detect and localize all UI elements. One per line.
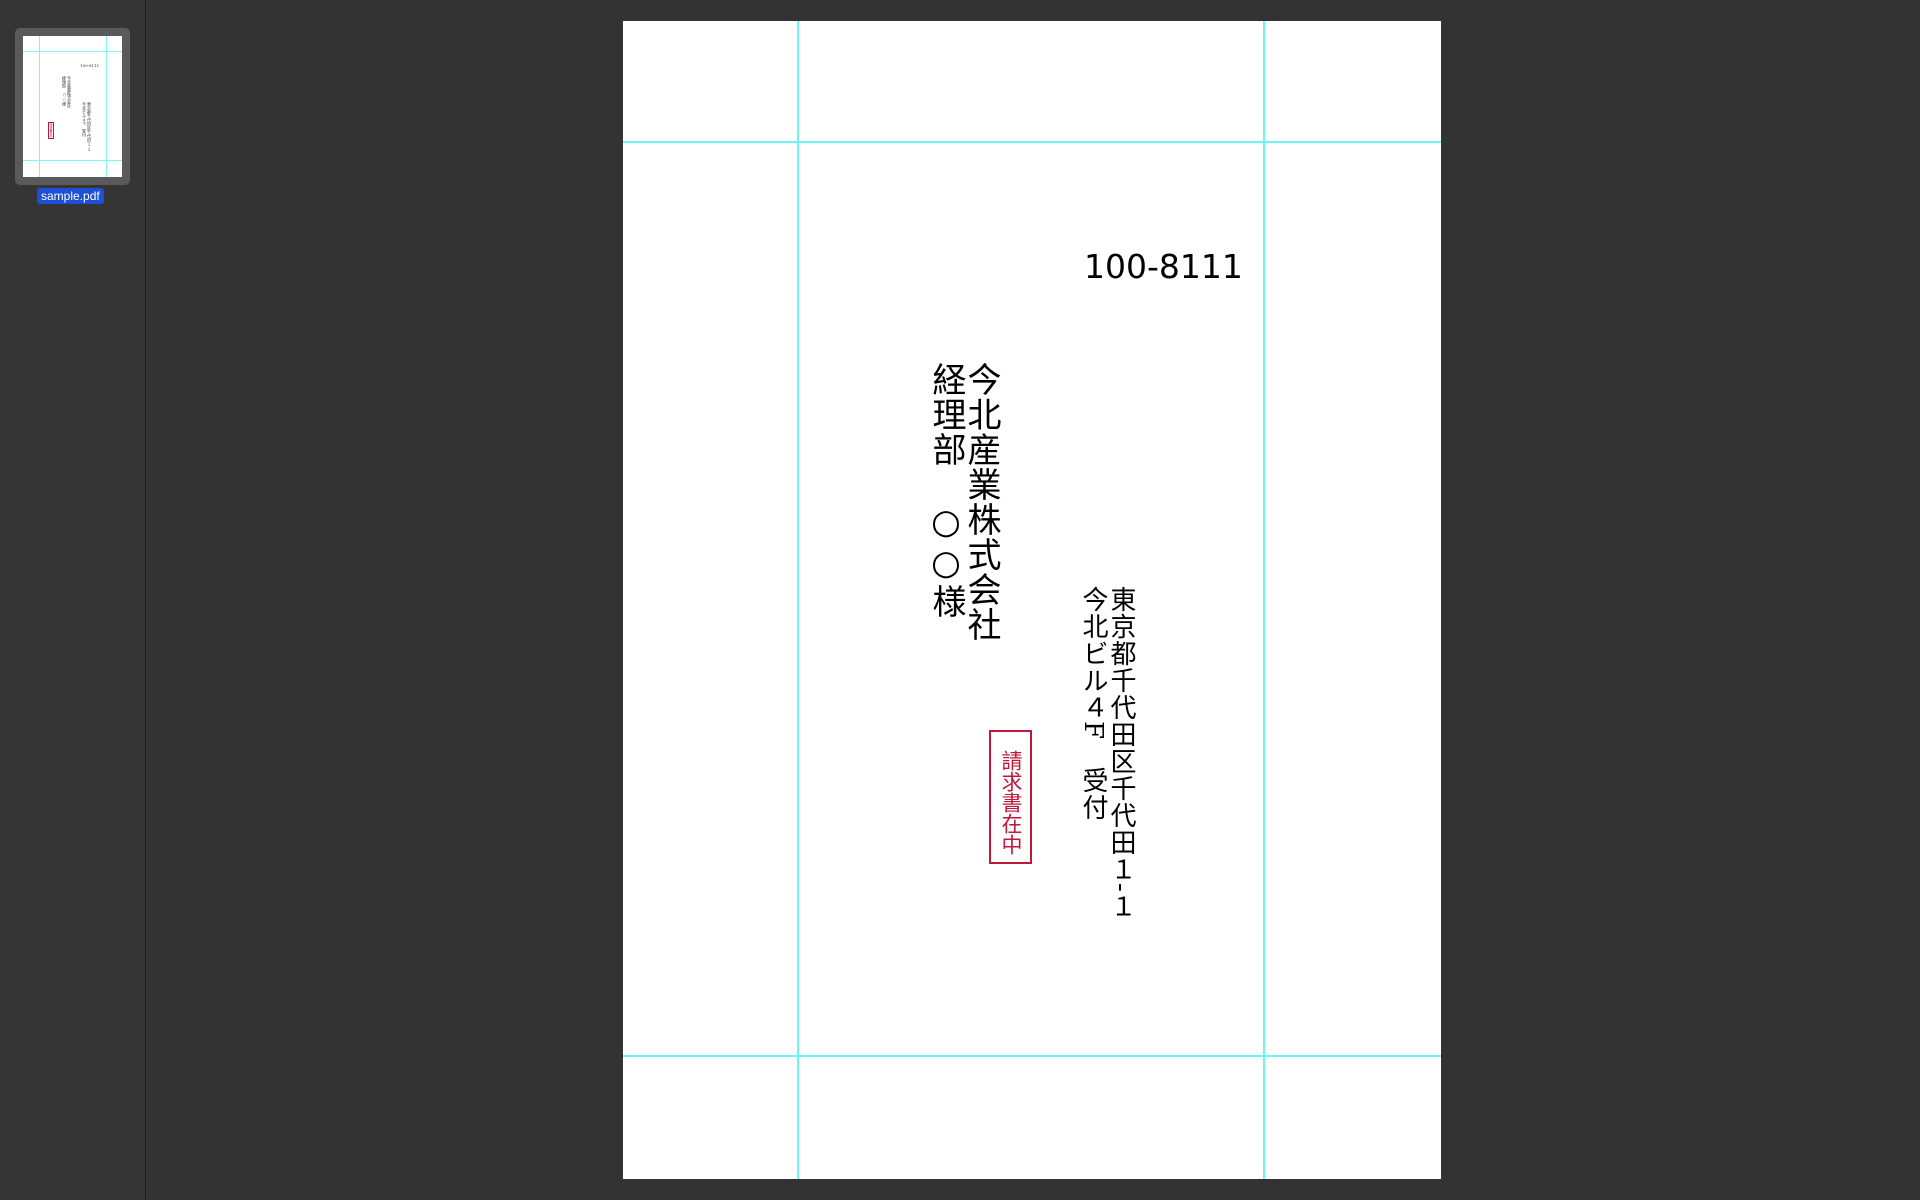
postal-code: 100-8111: [1084, 247, 1243, 286]
recipient-block: 今北産業株式会社 経理部 ○○様: [926, 362, 1001, 642]
recipient-company: 今北産業株式会社: [961, 362, 1001, 642]
thumbnail-page-preview[interactable]: 100-8111 今北産業株式会社 経理部 ○○様 東京都千代田区千代田１-１ …: [23, 36, 122, 177]
guide-line-horizontal-top[interactable]: [623, 141, 1441, 143]
thumbnail-recipient-company: 今北産業株式会社: [67, 76, 72, 108]
thumbnail-recipient-name: 経理部 ○○様: [62, 76, 67, 106]
guide-line-vertical-right[interactable]: [1263, 21, 1265, 1179]
invoice-enclosed-stamp: 請求書在中: [989, 730, 1032, 864]
pdf-page[interactable]: 100-8111 今北産業株式会社 経理部 ○○様 東京都千代田区千代田１-１ …: [623, 21, 1441, 1179]
thumbnail-guide: [39, 36, 40, 177]
address-line-1: 東京都千代田区千代田１-１: [1106, 586, 1136, 920]
page-thumbnail[interactable]: 100-8111 今北産業株式会社 経理部 ○○様 東京都千代田区千代田１-１ …: [15, 28, 130, 185]
thumbnail-guide: [23, 51, 122, 52]
guide-line-vertical-left[interactable]: [797, 21, 799, 1179]
thumbnail-guide: [106, 36, 107, 177]
thumbnail-address-line-1: 東京都千代田区千代田１-１: [87, 102, 92, 152]
guide-line-horizontal-bottom[interactable]: [623, 1055, 1441, 1057]
thumbnail-guide: [23, 160, 122, 161]
thumbnail-postal-code: 100-8111: [80, 63, 100, 68]
address-line-2: 今北ビル４F 受付: [1078, 586, 1108, 822]
recipient-name: 経理部 ○○様: [926, 362, 966, 619]
address-block: 東京都千代田区千代田１-１ 今北ビル４F 受付: [1078, 586, 1136, 920]
thumbnail-sidebar: 100-8111 今北産業株式会社 経理部 ○○様 東京都千代田区千代田１-１ …: [0, 0, 146, 1200]
thumbnail-stamp: 請求書在中: [48, 122, 54, 139]
thumbnail-address-line-2: 今北ビル４F 受付: [82, 102, 87, 137]
document-viewer[interactable]: 100-8111 今北産業株式会社 経理部 ○○様 東京都千代田区千代田１-１ …: [146, 0, 1920, 1200]
thumbnail-filename[interactable]: sample.pdf: [37, 188, 104, 204]
